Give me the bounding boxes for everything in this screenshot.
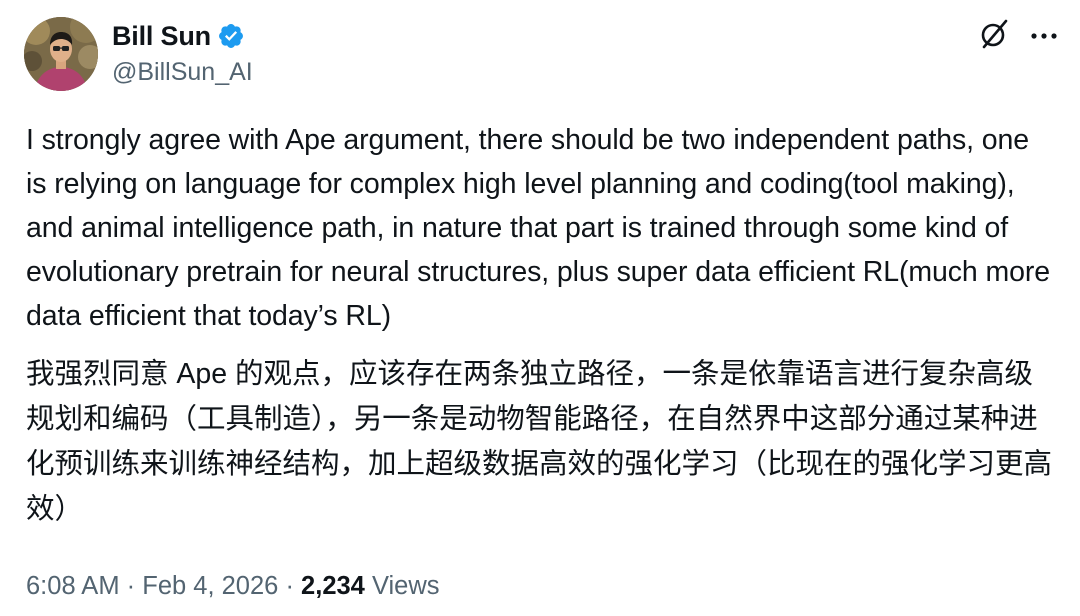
verified-badge-icon [217, 22, 245, 50]
grok-icon[interactable] [978, 18, 1010, 50]
meta-separator: · [126, 572, 136, 600]
meta-separator: · [285, 572, 294, 600]
author-handle[interactable]: @BillSun_AI [112, 58, 253, 87]
tweet-card: Bill Sun @BillSun_AI I strongly agree wi… [0, 0, 1080, 616]
views-label: Views [371, 572, 440, 600]
tweet-meta: 6:08 AM · Feb 4, 2026 · 2,234 Views [26, 572, 440, 601]
avatar[interactable] [24, 17, 98, 91]
tweet-text-chinese: 我强烈同意 Ape 的观点，应该存在两条独立路径，一条是依靠语言进行复杂高级规划… [26, 358, 1053, 525]
author-name-row: Bill Sun [112, 18, 245, 54]
tweet-date[interactable]: Feb 4, 2026 [142, 572, 278, 600]
views-count: 2,234 [301, 572, 365, 600]
author-display-name[interactable]: Bill Sun [112, 21, 211, 52]
tweet-text-english: I strongly agree with Ape argument, ther… [26, 124, 1051, 332]
tweet-time[interactable]: 6:08 AM [26, 572, 120, 600]
more-icon[interactable] [1026, 18, 1062, 54]
